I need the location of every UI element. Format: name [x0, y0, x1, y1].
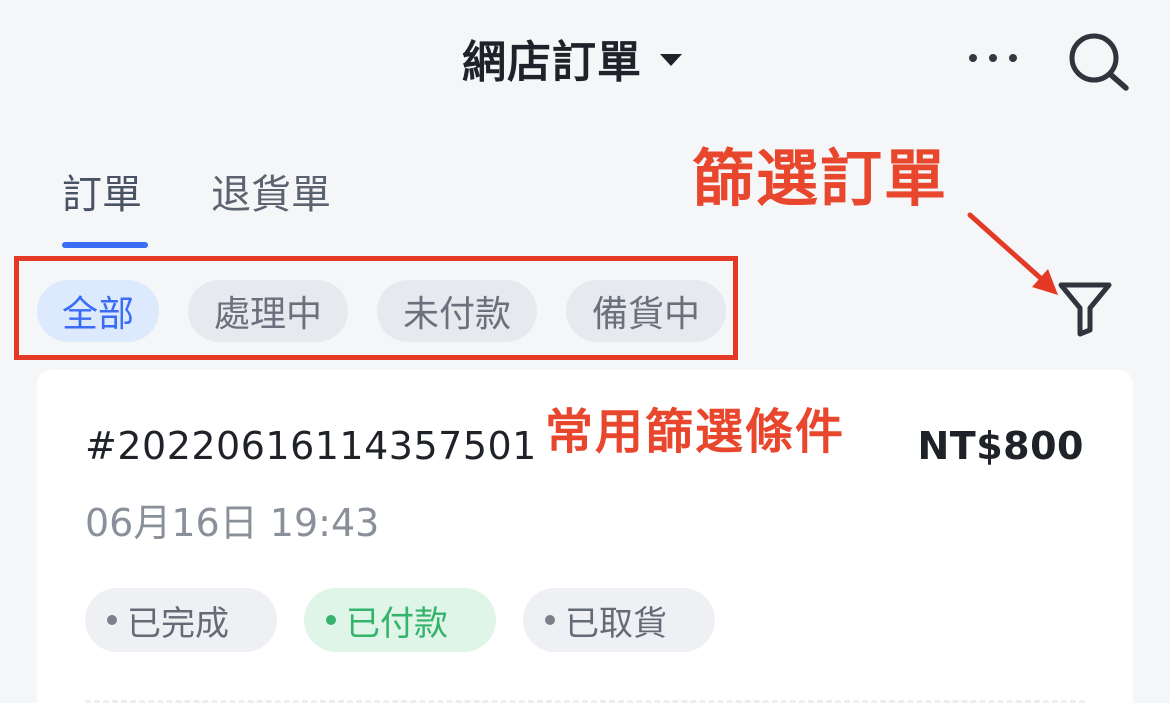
- status-label: 已取貨: [565, 603, 667, 644]
- status-label: 已完成: [127, 603, 229, 644]
- annotation-arrow-icon: [967, 212, 1058, 295]
- order-time: 06月16日 19:43: [85, 501, 380, 545]
- status-dot-icon: [545, 615, 555, 625]
- more-options-button[interactable]: [958, 38, 1028, 78]
- order-card[interactable]: #20220616114357501 常用篩選條件 NT$800 06月16日 …: [37, 370, 1133, 703]
- filter-chip-processing[interactable]: 處理中: [188, 280, 348, 342]
- tab-orders[interactable]: 訂單: [62, 162, 142, 220]
- status-badge-completed: 已完成: [85, 588, 277, 652]
- caret-down-icon: [660, 54, 682, 66]
- active-tab-indicator: [62, 242, 148, 248]
- status-label: 已付款: [346, 603, 448, 644]
- filter-chip-preparing[interactable]: 備貨中: [566, 280, 726, 342]
- status-dot-icon: [107, 615, 117, 625]
- more-dot: [989, 54, 997, 62]
- annotation-filter-orders: 篩選訂單: [692, 142, 949, 215]
- store-selector[interactable]: 網店訂單: [462, 28, 682, 88]
- status-dot-icon: [326, 615, 336, 625]
- tab-returns[interactable]: 退貨單: [211, 162, 331, 220]
- order-number: #20220616114357501: [85, 424, 537, 468]
- order-amount: NT$800: [917, 424, 1084, 468]
- more-dot: [1009, 54, 1017, 62]
- more-horizontal-icon: [969, 54, 977, 62]
- order-tabs: 訂單 退貨單: [0, 150, 700, 250]
- filter-chip-all[interactable]: 全部: [37, 280, 159, 342]
- search-icon[interactable]: [1066, 30, 1132, 92]
- page: 網店訂單 訂單 退貨單 篩選訂單 全部 處理中 未付款 備貨中 #2022061…: [0, 0, 1170, 703]
- status-badge-picked-up: 已取貨: [523, 588, 715, 652]
- annotation-common-filters: 常用篩選條件: [545, 404, 846, 460]
- status-badge-paid: 已付款: [304, 588, 496, 652]
- page-title: 網店訂單: [462, 37, 642, 88]
- top-bar: 網店訂單: [0, 0, 1170, 116]
- filter-chip-unpaid[interactable]: 未付款: [377, 280, 537, 342]
- funnel-icon[interactable]: [1056, 278, 1114, 338]
